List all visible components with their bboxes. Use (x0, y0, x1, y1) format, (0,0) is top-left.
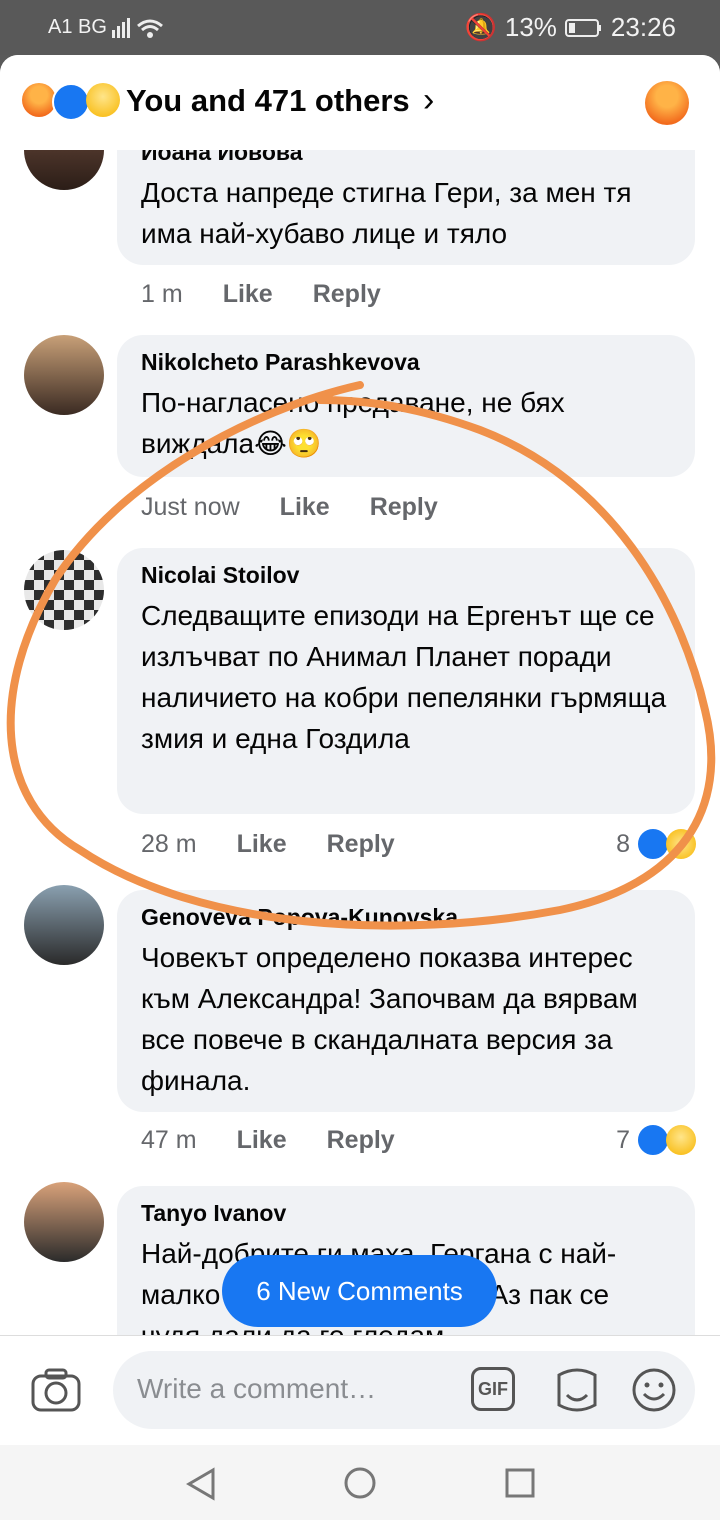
sad-reaction-icon (666, 1125, 696, 1155)
status-bar: A1 BG 🔕 13% 23:26 (0, 0, 720, 55)
home-nav-icon[interactable] (343, 1466, 377, 1500)
avatar[interactable] (24, 885, 104, 965)
like-link[interactable]: Like (237, 1126, 287, 1155)
like-link[interactable]: Like (237, 830, 287, 859)
comment-text: По-нагласено предаване, не бях виждала😂🙄 (141, 387, 565, 459)
like-reaction-icon (52, 83, 90, 121)
reaction-count: 8 (616, 829, 630, 858)
comment-author[interactable]: Nikolcheto Parashkevova (141, 349, 671, 376)
avatar[interactable] (24, 550, 104, 630)
like-reaction-icon (636, 827, 670, 861)
emoji-icon[interactable] (631, 1367, 677, 1413)
angry-reaction-icon (22, 83, 56, 117)
gif-icon[interactable]: GIF (471, 1367, 515, 1411)
battery-percent: 13% (504, 12, 557, 42)
comment-author[interactable]: Genoveva Popova-Kunovska (141, 904, 671, 931)
comment-input[interactable]: Write a comment… GIF (113, 1351, 695, 1429)
comments-list[interactable]: Иоана Йовова Доста напреде стигна Гери, … (0, 150, 720, 1335)
comment-author[interactable]: Tanyo Ivanov (141, 1200, 671, 1227)
comment-bubble[interactable]: Nikolcheto Parashkevova По-нагласено пре… (117, 335, 695, 477)
comment-time: 28 m (141, 830, 197, 858)
comment-author[interactable]: Nicolai Stoilov (141, 562, 671, 589)
reply-link[interactable]: Reply (327, 830, 395, 859)
comment-actions: 1 m Like Reply (141, 280, 381, 309)
comment-text: Доста напреде стигна Гери, за мен тя има… (141, 177, 632, 249)
chevron-right-icon[interactable]: › (423, 81, 434, 120)
like-reaction-icon (636, 1123, 670, 1157)
system-nav-bar (0, 1445, 720, 1520)
comment-text: Следващите епизоди на Ергенът ще се излъ… (141, 600, 667, 754)
sticker-icon[interactable] (553, 1365, 601, 1415)
comment-actions: Just now Like Reply (141, 493, 438, 522)
signal-wifi-icon (112, 18, 163, 38)
reply-link[interactable]: Reply (327, 1126, 395, 1155)
comment-time: Just now (141, 493, 240, 521)
comment-time: 47 m (141, 1126, 197, 1154)
back-nav-icon[interactable] (185, 1467, 217, 1501)
angry-reaction-button-icon[interactable] (645, 81, 689, 125)
comment-author[interactable]: Иоана Йовова (141, 150, 671, 166)
comment-text: Човекът определено показва интерес към А… (141, 942, 638, 1096)
carrier-label: A1 BG (48, 16, 107, 38)
comment-bubble[interactable]: Genoveva Popova-Kunovska Човекът определ… (117, 890, 695, 1112)
comment-actions: 47 m Like Reply (141, 1126, 395, 1155)
reply-link[interactable]: Reply (313, 280, 381, 309)
comment-composer: Write a comment… GIF (0, 1335, 720, 1446)
reactions-header[interactable]: You and 471 others › (0, 55, 720, 150)
new-comments-button[interactable]: 6 New Comments (222, 1255, 497, 1327)
reaction-summary (22, 83, 120, 121)
recents-nav-icon[interactable] (505, 1468, 535, 1498)
haha-reaction-icon (666, 829, 696, 859)
reaction-count: 7 (616, 1125, 630, 1154)
comment-reactions[interactable]: 7 (616, 1123, 696, 1157)
like-link[interactable]: Like (223, 280, 273, 309)
avatar[interactable] (24, 335, 104, 415)
comment-reactions[interactable]: 8 (616, 827, 696, 861)
clock: 23:26 (610, 12, 676, 42)
comment-bubble[interactable]: Иоана Йовова Доста напреде стигна Гери, … (117, 150, 695, 265)
avatar[interactable] (24, 1182, 104, 1262)
comment-time: 1 m (141, 280, 183, 308)
mute-icon: 🔕 (464, 12, 497, 42)
comment-bubble[interactable]: Nicolai Stoilov Следващите епизоди на Ер… (117, 548, 695, 814)
camera-icon[interactable] (30, 1366, 82, 1414)
battery-icon (564, 18, 601, 37)
comment-input-placeholder: Write a comment… (137, 1373, 377, 1404)
reactions-title[interactable]: You and 471 others (126, 83, 410, 119)
sad-reaction-icon (86, 83, 120, 117)
reply-link[interactable]: Reply (370, 493, 438, 522)
like-link[interactable]: Like (280, 493, 330, 522)
reactions-comments-sheet: You and 471 others › Иоана Йовова Доста … (0, 55, 720, 1520)
comment-actions: 28 m Like Reply (141, 830, 395, 859)
avatar[interactable] (24, 150, 104, 190)
